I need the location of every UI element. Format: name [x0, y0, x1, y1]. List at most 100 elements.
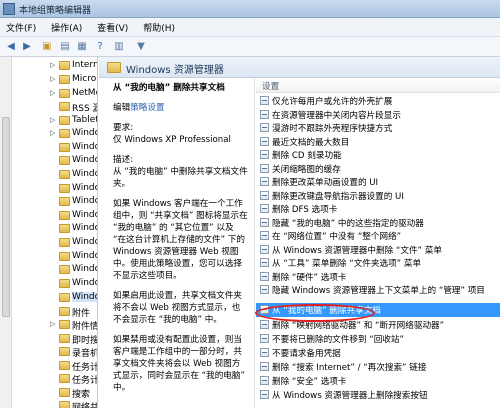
menu-help[interactable]: 帮助(H): [137, 18, 181, 37]
folder-icon: [59, 238, 70, 247]
folder-icon: [59, 75, 70, 84]
tree-scrollbar-thumb[interactable]: [2, 117, 10, 317]
folder-icon: [59, 279, 70, 288]
list-item[interactable]: 在 “网络位置” 中没有 “整个网络”: [256, 229, 500, 243]
tree-item[interactable]: 附件: [50, 305, 97, 319]
folder-icon: [59, 156, 70, 165]
list-item[interactable]: 删除 CD 刻录功能: [256, 148, 500, 162]
menu-bar: 文件(F) 操作(A) 查看(V) 帮助(H): [0, 18, 500, 37]
policy-setting-icon: [260, 217, 269, 227]
description-para-3: 如果禁用或没有配置此设置，则当客户端是工作组中的一部分时，共享文档文件夹将会以 …: [113, 335, 245, 393]
tree-item[interactable]: RSS 源: [50, 100, 97, 114]
edit-policy-link[interactable]: 策略设置: [130, 103, 164, 113]
list-item[interactable]: 从 Windows 资源管理器上删除搜索按钮: [256, 388, 500, 402]
tree-item[interactable]: Windo: [50, 195, 97, 209]
back-icon[interactable]: ◀: [4, 40, 18, 54]
list-item[interactable]: 不要请求备用凭据: [256, 346, 500, 360]
tree-item[interactable]: Windo: [50, 154, 97, 168]
tree-item[interactable]: 网络共: [50, 399, 97, 408]
settings-list[interactable]: 设置 仅允许每用户或允许的外壳扩展 在资源管理器中关闭内容片段显示 漫游时不跟踪…: [256, 78, 500, 408]
folder-open-icon: [107, 62, 121, 73]
list-item[interactable]: 从 “工具” 菜单删除 “文件夹选项” 菜单: [256, 256, 500, 270]
folder-icon: [59, 361, 70, 370]
list-item[interactable]: 不要将已删除的文件移到 “回收站”: [256, 332, 500, 346]
list-item[interactable]: 删除更改菜单动画设置的 UI: [256, 175, 500, 189]
show-hide-tree-icon[interactable]: ▤: [58, 40, 72, 54]
list-item[interactable]: 删除 DFS 选项卡: [256, 202, 500, 216]
folder-icon: [59, 265, 70, 274]
tree-item[interactable]: Windo: [50, 168, 97, 182]
tree-item[interactable]: Windo: [50, 236, 97, 250]
list-item[interactable]: 隐藏 “我的电脑” 中的这些指定的驱动器: [256, 216, 500, 230]
tree-item[interactable]: ▷ Intern: [50, 59, 97, 73]
tree-item[interactable]: Windo: [50, 209, 97, 223]
list-item[interactable]: 删除更改键盘导航指示器设置的 UI: [256, 189, 500, 203]
expand-arrow-icon[interactable]: ▷: [50, 61, 55, 69]
content-header-title: Windows 资源管理器: [126, 65, 224, 76]
tree-item[interactable]: Windo: [50, 263, 97, 277]
toolbar: ◀ ▶ ▣ ▤ ▦ ? ▥ ▼: [0, 37, 500, 57]
expand-arrow-icon[interactable]: ▷: [50, 129, 55, 137]
folder-up-icon[interactable]: ▣: [40, 40, 54, 54]
expand-arrow-icon[interactable]: ▷: [50, 75, 55, 83]
tree-item[interactable]: 任务计: [50, 359, 97, 373]
list-item[interactable]: 从 Windows 资源管理器中删除 “文件” 菜单: [256, 243, 500, 257]
tree-item[interactable]: ▷ Windo: [50, 127, 97, 141]
folder-icon: [59, 184, 70, 193]
list-item[interactable]: 删除 “安全” 选项卡: [256, 374, 500, 388]
tree-item[interactable]: ▷ 附件情: [50, 318, 97, 332]
tree-item[interactable]: ▷ Tablet: [50, 114, 97, 128]
title-bar: 本地组策略编辑器: [0, 0, 500, 18]
list-item[interactable]: 关闭缩略图的缓存: [256, 162, 500, 176]
list-item[interactable]: 删除 “硬件” 选项卡: [256, 270, 500, 284]
folder-icon: [59, 374, 70, 383]
folder-icon: [59, 89, 70, 98]
list-item[interactable]: 仅允许每用户或允许的外壳扩展: [256, 94, 500, 108]
folder-icon: [59, 211, 70, 220]
tree-item[interactable]: Windo: [50, 250, 97, 264]
list-item[interactable]: 隐藏 Windows 资源管理器上下文菜单上的 “管理” 项目: [256, 283, 500, 297]
tree-item[interactable]: ▷NetMe: [50, 87, 97, 101]
policy-setting-icon: [260, 362, 269, 371]
expand-arrow-icon[interactable]: ▷: [50, 116, 55, 124]
menu-view[interactable]: 查看(V): [91, 18, 134, 37]
tree-item[interactable]: 搜索: [50, 386, 97, 400]
list-item[interactable]: 在资源管理器中关闭内容片段显示: [256, 108, 500, 122]
folder-icon: [59, 224, 70, 233]
tree-item[interactable]: Windo: [50, 277, 97, 291]
expand-arrow-icon[interactable]: ▷: [50, 89, 55, 97]
expand-arrow-icon[interactable]: ▷: [50, 320, 55, 328]
help-icon[interactable]: ?: [93, 40, 107, 54]
menu-action[interactable]: 操作(A): [45, 18, 88, 37]
tree-item[interactable]: Windo: [50, 222, 97, 236]
tree-item[interactable]: 任务计: [50, 372, 97, 386]
tree-item[interactable]: Windo: [50, 141, 97, 155]
tree-item[interactable]: Windo: [50, 182, 97, 196]
menu-file[interactable]: 文件(F): [0, 18, 42, 37]
policy-tree[interactable]: ▷Intern ▷Micro ▷NetMe RSS 源 ▷Tablet ▷Win…: [0, 57, 98, 408]
policy-setting-icon: [260, 204, 269, 213]
highlight-annotation-ring: [255, 304, 375, 322]
folder-icon: [59, 143, 70, 152]
export-icon[interactable]: ▦: [75, 40, 89, 54]
column-header-setting[interactable]: 设置: [256, 78, 500, 93]
tree-item[interactable]: 录音机: [50, 345, 97, 359]
tree-item[interactable]: 即时搜: [50, 332, 97, 346]
folder-icon: [59, 116, 70, 125]
list-item[interactable]: 漫游时不跟踪外壳程序快捷方式: [256, 121, 500, 135]
folder-icon: [59, 388, 70, 397]
policy-setting-icon: [260, 96, 269, 105]
properties-icon[interactable]: ▥: [112, 40, 126, 54]
app-icon: [3, 3, 15, 15]
tree-item[interactable]: ▷ Micro: [50, 73, 97, 87]
policy-setting-icon: [260, 177, 269, 186]
policy-setting-icon: [260, 190, 269, 200]
list-item[interactable]: 最近文档的最大数目: [256, 135, 500, 149]
tree-scrollbar[interactable]: [0, 57, 12, 408]
filter-icon[interactable]: ▼: [134, 40, 148, 54]
folder-open-icon: [59, 293, 70, 302]
tree-item-selected[interactable]: Windo: [50, 291, 97, 305]
forward-icon[interactable]: ▶: [20, 40, 34, 54]
list-item[interactable]: 删除 “搜索 Internet” / “再次搜索” 链接: [256, 360, 500, 374]
folder-icon: [59, 170, 70, 179]
